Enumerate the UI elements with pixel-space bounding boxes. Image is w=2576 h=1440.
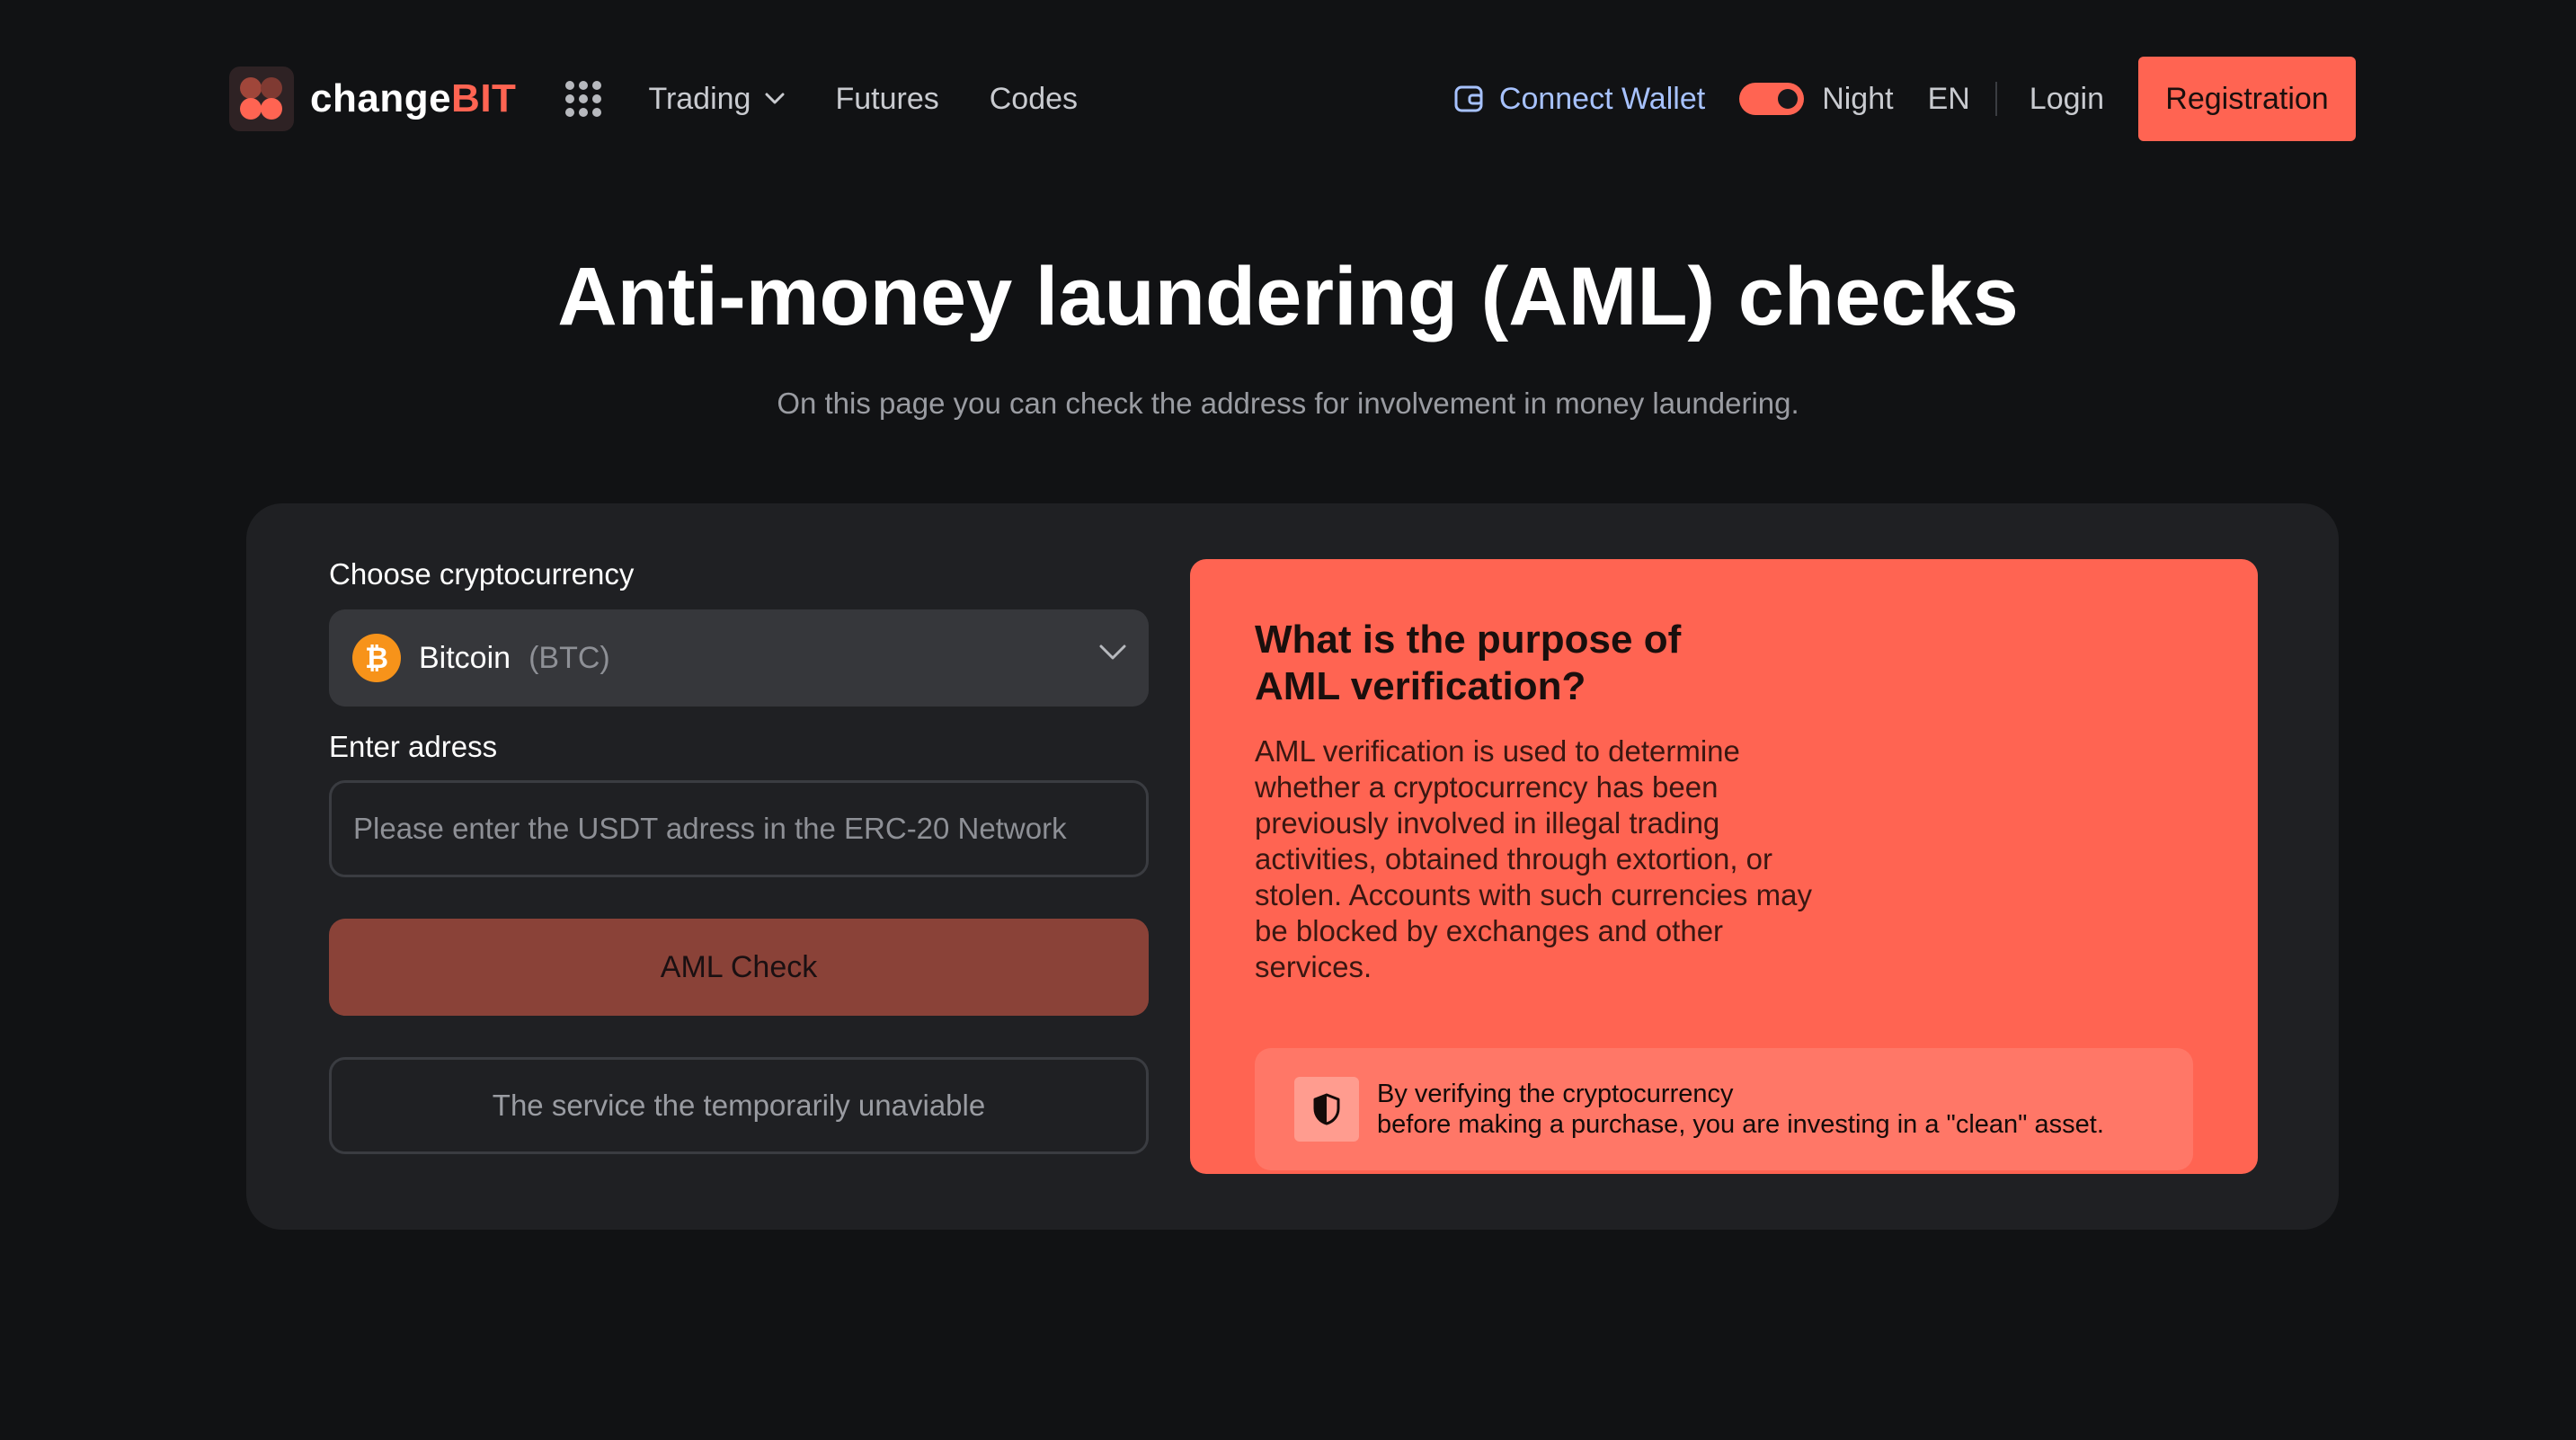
nav-item-futures[interactable]: Futures [835,82,938,117]
connect-wallet-button[interactable]: Connect Wallet [1454,82,1705,117]
currency-select[interactable]: ₿ Bitcoin (BTC) [329,609,1149,707]
brand-name: changeBIT [310,76,517,120]
aml-card: Choose cryptocurrency ₿ Bitcoin (BTC) En… [246,503,2339,1230]
aml-check-button[interactable]: AML Check [329,919,1149,1016]
shield-icon [1294,1077,1359,1142]
info-note-text: By verifying the cryptocurrency before m… [1377,1079,2104,1140]
info-body: AML verification is used to determine wh… [1255,734,1812,983]
logo-icon [229,67,294,131]
apps-grid-icon[interactable] [565,81,602,117]
info-note: By verifying the cryptocurrency before m… [1255,1048,2193,1170]
divider [1994,82,1997,116]
theme-toggle[interactable] [1739,83,1805,115]
chevron-down-icon [765,93,785,104]
info-note-line: By verifying the cryptocurrency [1377,1080,1734,1108]
service-status: The service the temporarily unaviable [329,1057,1149,1154]
registration-button[interactable]: Registration [2138,57,2356,141]
nav-item-codes[interactable]: Codes [990,82,1078,117]
address-input[interactable] [329,780,1149,877]
page-subtitle: On this page you can check the address f… [777,387,1799,420]
chevron-down-icon [1099,644,1126,660]
header: changeBIT Trading Futures Codes Connect … [229,56,2356,142]
info-panel: What is the purpose of AML verification?… [1190,559,2258,1174]
currency-symbol: (BTC) [529,640,610,675]
nav-item-trading[interactable]: Trading [648,82,785,117]
bitcoin-icon: ₿ [352,634,401,682]
address-label: Enter adress [329,730,498,763]
language-selector[interactable]: EN [1928,82,1970,117]
currency-name: Bitcoin [419,640,511,675]
info-title: What is the purpose of AML verification? [1255,618,1682,708]
main-nav: Trading Futures Codes [648,82,1128,117]
page-title: Anti-money laundering (AML) checks [557,251,2019,342]
aml-form: Choose cryptocurrency ₿ Bitcoin (BTC) En… [329,557,1149,1154]
nav-item-label: Trading [648,81,751,116]
currency-label: Choose cryptocurrency [329,557,635,591]
wallet-icon [1454,85,1483,112]
theme-label: Night [1822,81,1894,116]
login-link[interactable]: Login [2030,82,2104,117]
brand-logo[interactable]: changeBIT [229,67,516,131]
connect-wallet-label: Connect Wallet [1498,81,1706,116]
info-note-line: before making a purchase, you are invest… [1377,1110,2104,1139]
